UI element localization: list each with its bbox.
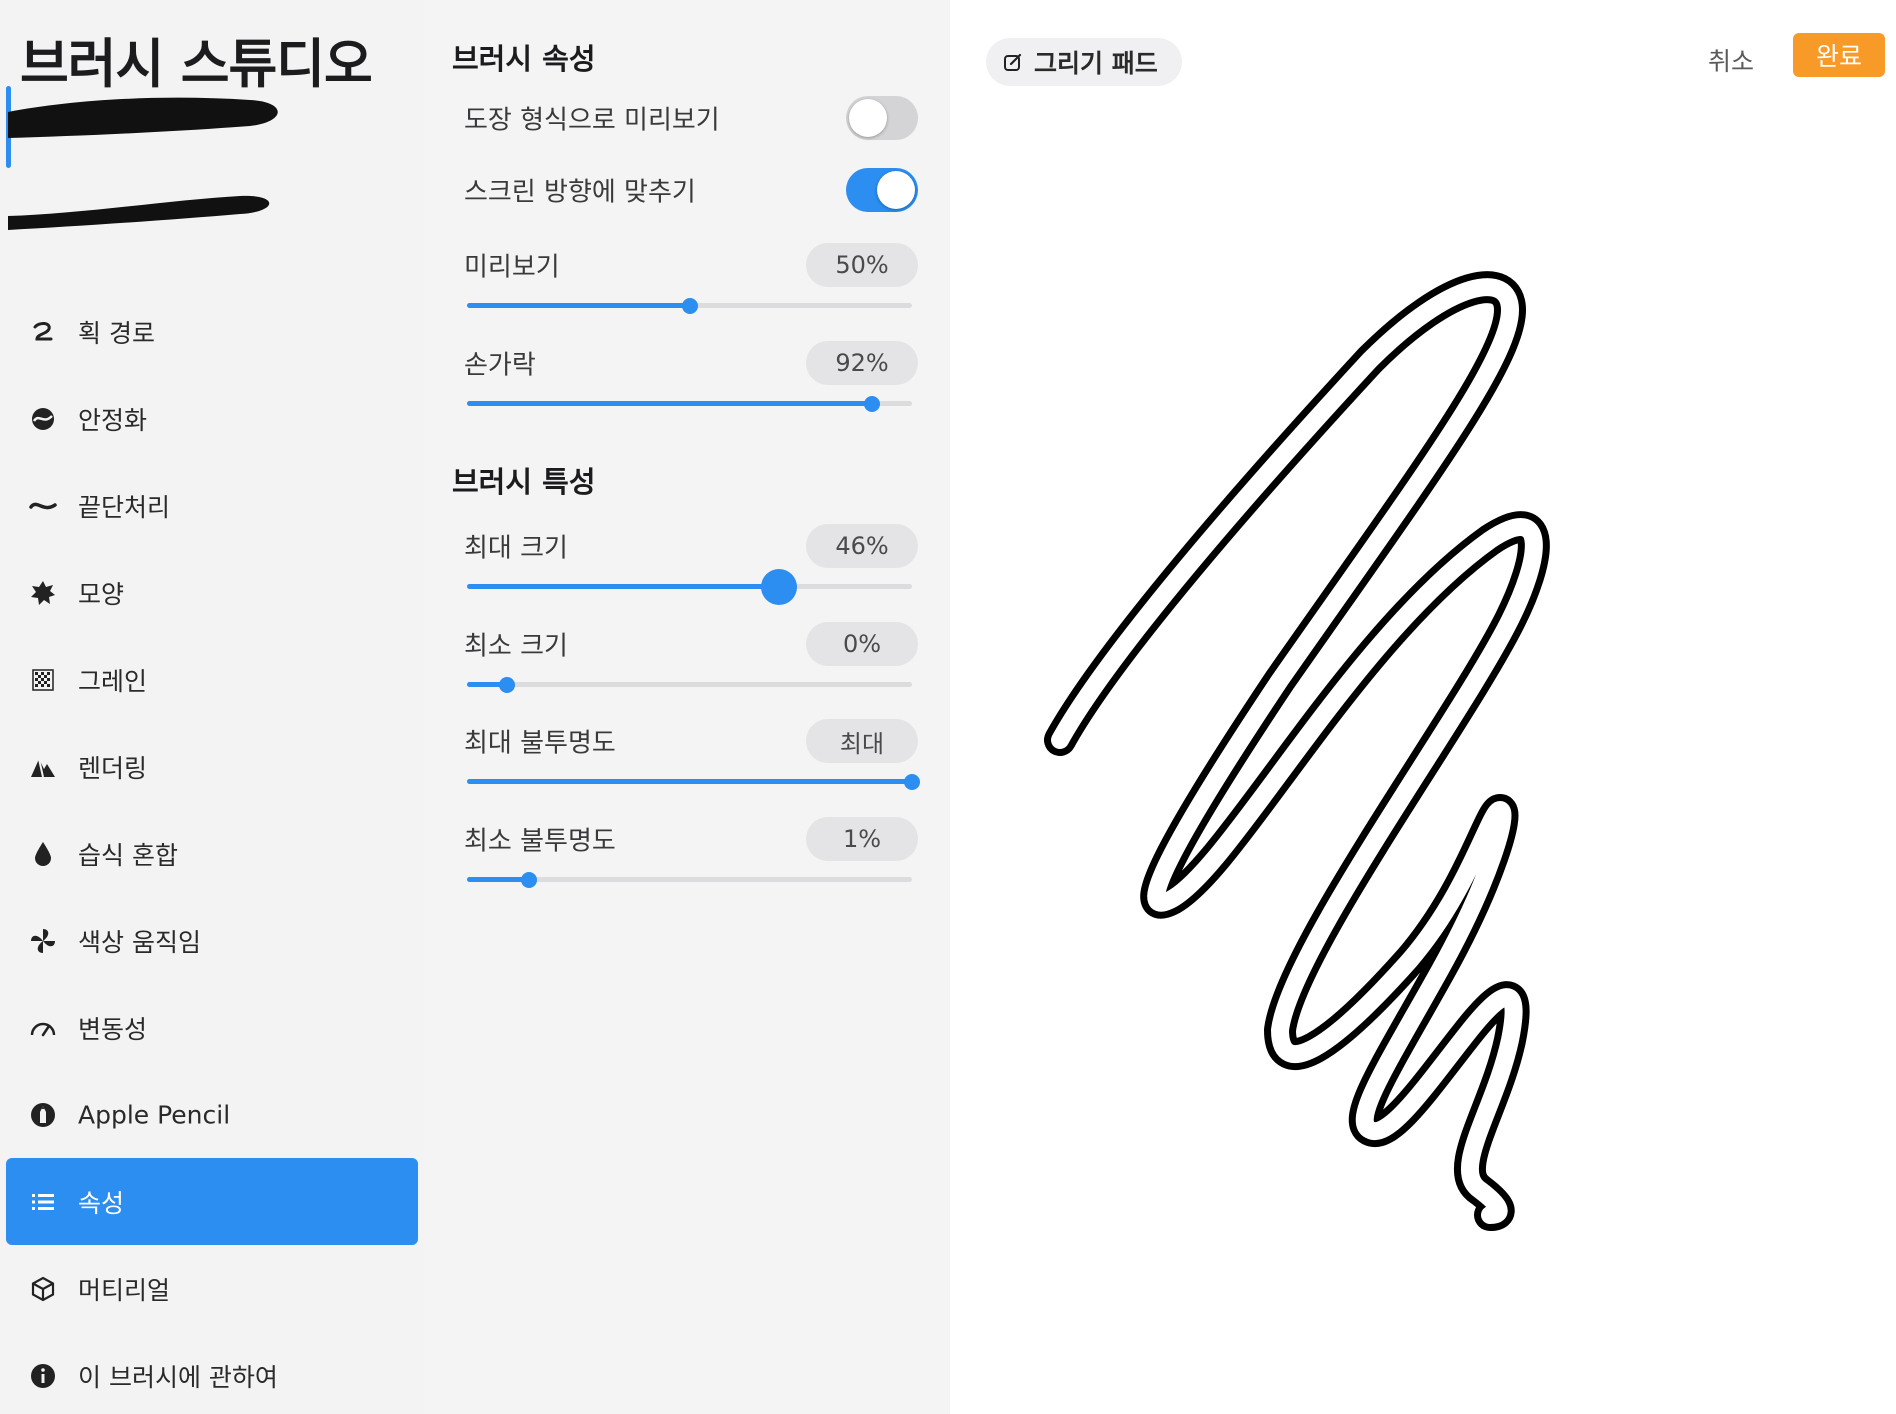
sidebar-item-stabilization[interactable]: 안정화 [6,375,418,462]
preview-size-slider[interactable] [467,297,912,314]
min-size-slider[interactable] [467,676,912,693]
wet-mix-icon [28,839,58,869]
edit-icon [1004,53,1022,71]
sidebar-item-label: 안정화 [78,405,148,435]
slider-thumb[interactable] [681,297,698,314]
sidebar-item-color-dynamics[interactable]: 색상 움직임 [6,897,418,984]
sidebar-item-label: 이 브러시에 관하여 [78,1362,278,1392]
sidebar-item-label: 획 경로 [78,318,155,348]
cancel-button[interactable]: 취소 [1708,38,1754,82]
sidebar-item-stroke-path[interactable]: 획 경로 [6,288,418,375]
sidebar-item-label: Apple Pencil [78,1100,231,1129]
properties-icon [28,1187,58,1217]
toggle-knob [877,171,915,209]
drawing-pad-label: 그리기 패드 [1034,49,1158,78]
brush-studio-app: 브러시 스튜디오 획 경로 안정화 끝단처리 모양 그레인 렌더링 습식 혼합 … [0,0,1896,1414]
min-opacity-slider[interactable] [467,871,912,888]
sidebar-item-wet-mix[interactable]: 습식 혼합 [6,810,418,897]
stroke-path-icon [28,317,58,347]
stabilization-icon [28,404,58,434]
max-size-slider[interactable] [467,568,912,605]
preview-size-value[interactable]: 50% [806,243,918,287]
section-title-brush-properties: 브러시 속성 [452,42,596,76]
finger-slider[interactable] [467,395,912,412]
toggle-knob [849,99,887,137]
brush-stroke-preview[interactable] [0,84,424,254]
max-size-row: 최대 크기 46% [464,524,918,605]
section-title-brush-behavior: 브러시 특성 [452,465,596,499]
color-dynamics-icon [28,926,58,956]
sidebar-item-label: 머티리얼 [78,1275,171,1305]
dynamics-icon [28,1013,58,1043]
properties-panel: 브러시 속성 도장 형식으로 미리보기 스크린 방향에 맞추기 미리보기 50%… [424,0,950,1414]
slider-thumb[interactable] [863,395,880,412]
stamp-preview-label: 도장 형식으로 미리보기 [464,105,720,136]
max-size-label: 최대 크기 [464,533,568,564]
done-button[interactable]: 완료 [1793,33,1885,77]
slider-thumb[interactable] [904,773,920,790]
sidebar-item-apple-pencil[interactable]: Apple Pencil [6,1071,418,1158]
shape-icon [28,578,58,608]
stamp-preview-row: 도장 형식으로 미리보기 [464,93,918,143]
max-opacity-label: 최대 불투명도 [464,728,616,759]
orient-to-screen-row: 스크린 방향에 맞추기 [464,165,918,215]
sidebar-item-materials[interactable]: 머티리얼 [6,1245,418,1332]
sidebar: 브러시 스튜디오 획 경로 안정화 끝단처리 모양 그레인 렌더링 습식 혼합 … [0,0,424,1414]
preview-size-row: 미리보기 50% [464,243,918,323]
stamp-preview-toggle[interactable] [846,96,918,140]
slider-thumb[interactable] [760,568,797,605]
preview-size-label: 미리보기 [464,252,560,283]
slider-fill [467,401,872,406]
drawing-pad-chip[interactable]: 그리기 패드 [986,38,1182,86]
sidebar-item-taper[interactable]: 끝단처리 [6,462,418,549]
min-size-label: 최소 크기 [464,631,568,662]
orient-to-screen-label: 스크린 방향에 맞추기 [464,177,696,208]
test-stroke [1044,271,1550,1231]
drawing-pad[interactable]: 그리기 패드 취소 완료 [950,0,1896,1414]
min-size-row: 최소 크기 0% [464,622,918,702]
max-opacity-value[interactable]: 최대 [806,719,918,763]
sidebar-item-rendering[interactable]: 렌더링 [6,723,418,810]
materials-icon [28,1274,58,1304]
sidebar-item-label: 끝단처리 [78,492,171,522]
finger-row: 손가락 92% [464,341,918,421]
max-opacity-row: 최대 불투명도 최대 [464,719,920,799]
slider-fill [467,584,779,589]
finger-label: 손가락 [464,350,536,381]
max-opacity-slider[interactable] [467,773,920,790]
slider-fill [467,779,912,784]
sidebar-item-dynamics[interactable]: 변동성 [6,984,418,1071]
slider-fill [467,303,690,308]
sidebar-item-label: 모양 [78,579,125,609]
min-opacity-row: 최소 불투명도 1% [464,817,918,897]
rendering-icon [28,752,58,782]
sidebar-item-grain[interactable]: 그레인 [6,636,418,723]
finger-value[interactable]: 92% [806,341,918,385]
slider-fill [467,877,530,882]
slider-thumb[interactable] [499,676,516,693]
orient-to-screen-toggle[interactable] [846,168,918,212]
min-opacity-label: 최소 불투명도 [464,826,616,857]
slider-thumb[interactable] [521,871,538,888]
info-icon [28,1361,58,1391]
sidebar-item-shape[interactable]: 모양 [6,549,418,636]
sidebar-item-label: 변동성 [78,1014,148,1044]
sidebar-item-properties[interactable]: 속성 [6,1158,418,1245]
sidebar-item-label: 속성 [78,1188,125,1218]
sidebar-item-label: 렌더링 [78,753,148,783]
sidebar-item-label: 그레인 [78,666,148,696]
max-size-value[interactable]: 46% [806,524,918,568]
taper-icon [28,491,58,521]
grain-icon [28,665,58,695]
apple-pencil-icon [28,1100,58,1130]
sidebar-item-label: 습식 혼합 [78,840,178,870]
min-opacity-value[interactable]: 1% [806,817,918,861]
sidebar-nav: 획 경로 안정화 끝단처리 모양 그레인 렌더링 습식 혼합 색상 움직임 변동… [6,288,418,1414]
min-size-value[interactable]: 0% [806,622,918,666]
sidebar-item-label: 색상 움직임 [78,927,201,957]
sidebar-item-about-brush[interactable]: 이 브러시에 관하여 [6,1332,418,1414]
